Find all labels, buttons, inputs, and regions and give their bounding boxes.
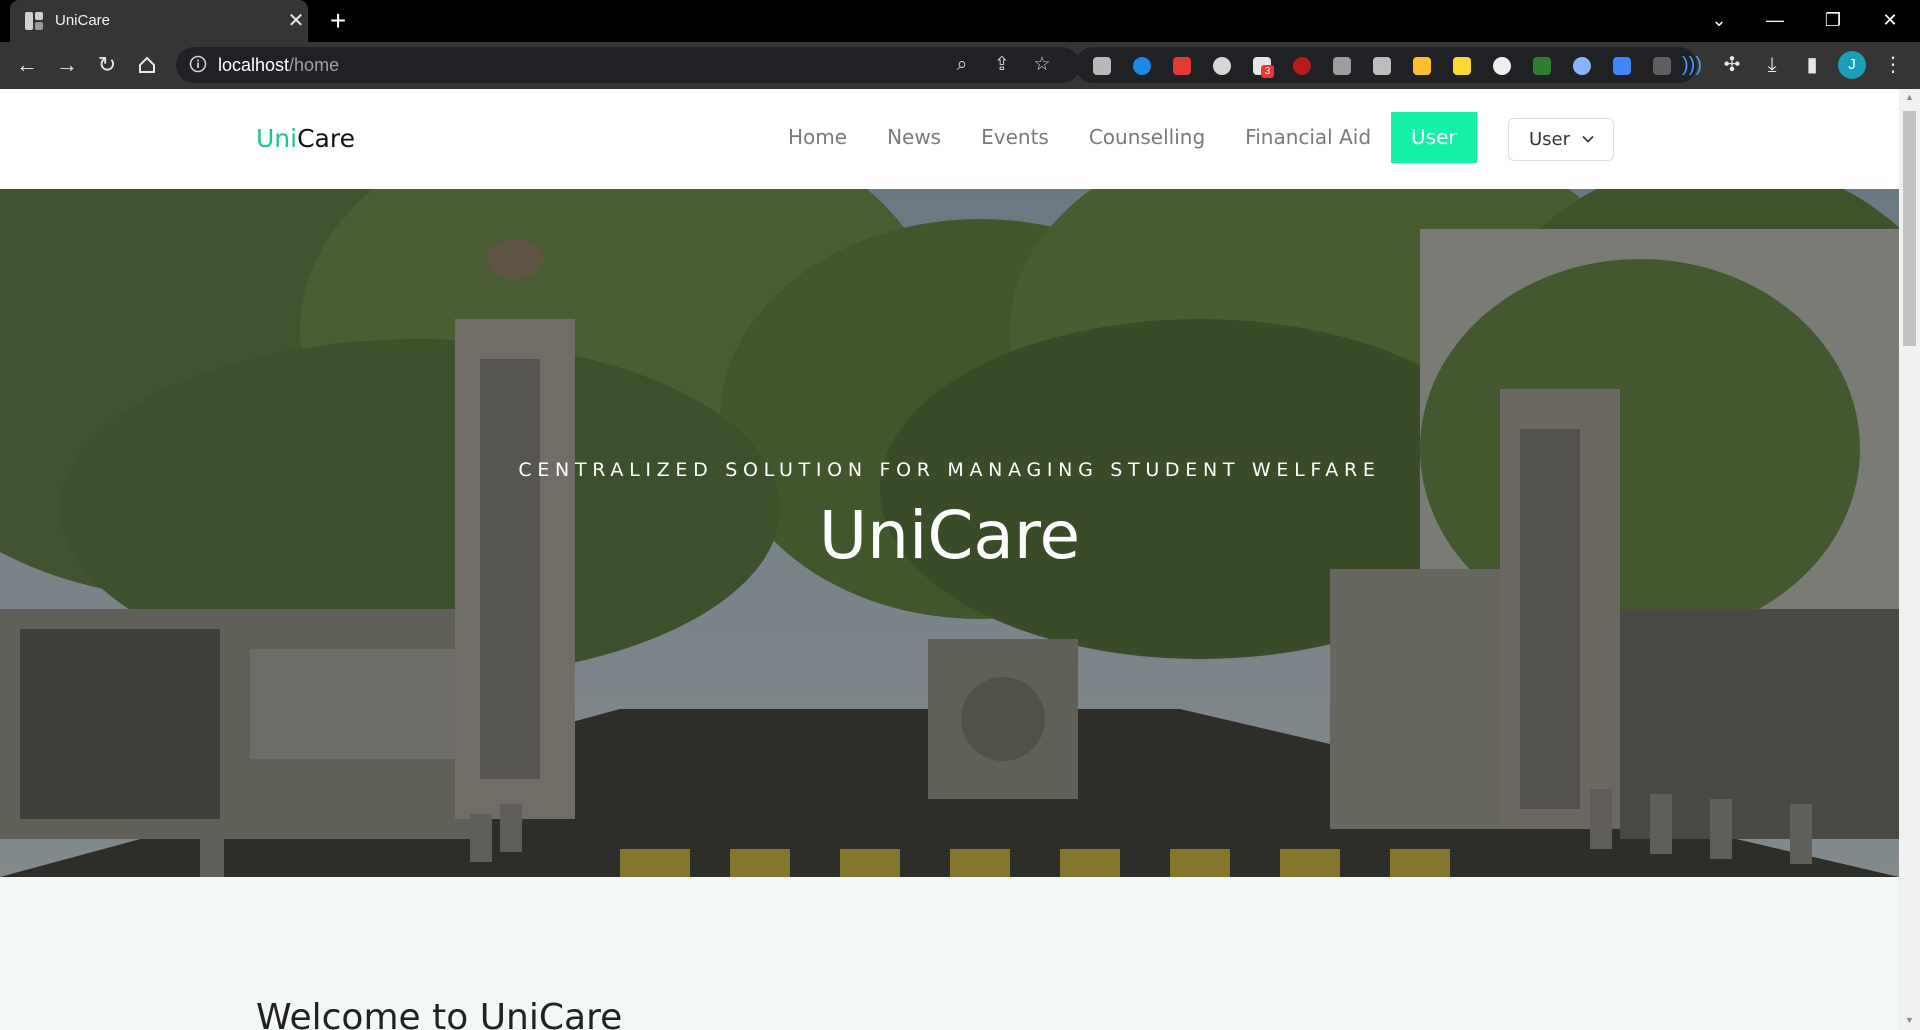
extension-13-icon[interactable] <box>1573 57 1591 75</box>
browser-tabstrip: UniCare ✕ + ⌄ — ❐ ✕ <box>0 0 1920 42</box>
forward-icon[interactable]: → <box>52 50 82 80</box>
nav-links: Home News Events Counselling Financial A… <box>768 112 1477 163</box>
download-arrow-extension-icon[interactable] <box>1533 57 1551 75</box>
site-info-icon[interactable] <box>188 54 208 74</box>
minimize-icon[interactable]: — <box>1755 6 1795 34</box>
scroll-down-icon[interactable]: ▼ <box>1904 1015 1915 1025</box>
menu-kebab-icon[interactable]: ⋮ <box>1878 50 1908 80</box>
tab-favicon-icon <box>25 12 43 30</box>
bookmark-star-icon[interactable]: ☆ <box>1029 52 1055 78</box>
extension-badge: 3 <box>1261 65 1274 78</box>
window-close-icon[interactable]: ✕ <box>1870 6 1910 34</box>
hero-banner: CENTRALIZED SOLUTION FOR MANAGING STUDEN… <box>0 189 1899 877</box>
extension-9-icon[interactable] <box>1413 57 1431 75</box>
nav-link-user[interactable]: User <box>1391 112 1477 163</box>
welcome-section: Welcome to UniCare <box>0 877 1899 1030</box>
nav-link-events[interactable]: Events <box>961 112 1069 163</box>
extension-3-icon[interactable] <box>1173 57 1191 75</box>
tab-close-icon[interactable]: ✕ <box>283 8 309 34</box>
brand-logo[interactable]: UniCare <box>256 124 355 153</box>
extension-7-icon[interactable] <box>1333 57 1351 75</box>
user-dropdown-button[interactable]: User <box>1508 118 1614 161</box>
site-navbar: UniCare Home News Events Counselling Fin… <box>0 89 1899 189</box>
reload-icon[interactable]: ↻ <box>92 50 122 80</box>
extensions-puzzle-icon[interactable]: ✣ <box>1717 50 1747 80</box>
search-icon[interactable]: ⌕ <box>949 52 975 78</box>
translate-icon[interactable] <box>1613 57 1631 75</box>
share-icon[interactable]: ⇪ <box>989 52 1015 78</box>
brand-prefix: Uni <box>256 124 298 153</box>
new-tab-button[interactable]: + <box>322 6 354 36</box>
user-dropdown-label: User <box>1529 129 1571 150</box>
extension-15-icon[interactable] <box>1653 57 1671 75</box>
brand-suffix: Care <box>297 124 355 153</box>
ublock-icon[interactable] <box>1293 57 1311 75</box>
nav-link-news[interactable]: News <box>867 112 961 163</box>
restore-icon[interactable]: ❐ <box>1813 6 1853 34</box>
address-bar[interactable]: localhost/home ⌕ ⇪ ☆ <box>176 47 1080 83</box>
browser-tab[interactable]: UniCare ✕ <box>10 0 308 42</box>
extension-2-icon[interactable] <box>1133 57 1151 75</box>
extension-10-icon[interactable] <box>1453 57 1471 75</box>
welcome-heading: Welcome to UniCare <box>256 997 623 1030</box>
side-panel-icon[interactable]: ▮ <box>1797 50 1827 80</box>
nav-link-financial-aid[interactable]: Financial Aid <box>1225 112 1391 163</box>
url-path: /home <box>289 55 340 75</box>
browser-toolbar: ← → ↻ localhost/home ⌕ ⇪ ☆ 3 ))) ✣ ⤓ ▮ J… <box>0 42 1920 89</box>
nav-link-counselling[interactable]: Counselling <box>1069 112 1225 163</box>
extensions-bar: 3 <box>1075 47 1697 83</box>
url-host: localhost <box>218 55 290 75</box>
profile-avatar[interactable]: J <box>1838 51 1866 79</box>
downloads-icon[interactable]: ⤓ <box>1757 50 1787 80</box>
extension-11-icon[interactable] <box>1493 57 1511 75</box>
tab-search-icon[interactable]: ⌄ <box>1699 6 1739 34</box>
audio-wave-icon[interactable]: ))) <box>1677 50 1707 80</box>
page-viewport: UniCare Home News Events Counselling Fin… <box>0 89 1920 1030</box>
nav-link-home[interactable]: Home <box>768 112 867 163</box>
extension-4-icon[interactable] <box>1213 57 1231 75</box>
home-icon[interactable] <box>132 50 162 80</box>
tab-title: UniCare <box>55 12 111 29</box>
hero-title: UniCare <box>818 497 1081 574</box>
scroll-thumb[interactable] <box>1903 111 1916 346</box>
hero-kicker: CENTRALIZED SOLUTION FOR MANAGING STUDEN… <box>518 459 1381 481</box>
back-icon[interactable]: ← <box>12 50 42 80</box>
reader-icon[interactable] <box>1373 57 1391 75</box>
chevron-down-icon <box>1582 135 1594 143</box>
page-scrollbar[interactable]: ▲ ▼ <box>1899 89 1920 1030</box>
scroll-up-icon[interactable]: ▲ <box>1904 92 1915 102</box>
extension-1-icon[interactable] <box>1093 57 1111 75</box>
url-text: localhost/home <box>218 55 339 76</box>
